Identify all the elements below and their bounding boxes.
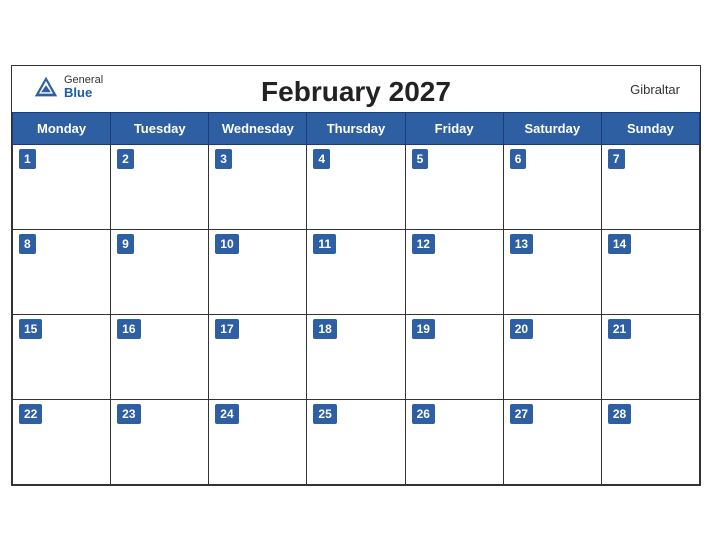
general-blue-icon (32, 74, 60, 102)
day-number-15: 15 (19, 319, 42, 339)
day-number-17: 17 (215, 319, 238, 339)
calendar-body: 1234567891011121314151617181920212223242… (13, 144, 700, 484)
calendar-table: Monday Tuesday Wednesday Thursday Friday… (12, 112, 700, 485)
calendar-week-4: 22 23 24 25 26 27 28 (13, 399, 700, 484)
day-number-20: 20 (510, 319, 533, 339)
day-number-23: 23 (117, 404, 140, 424)
day-number-5: 5 (412, 149, 429, 169)
calendar-day-6: 6 (503, 144, 601, 229)
calendar-day-12: 12 (405, 229, 503, 314)
calendar-day-13: 13 (503, 229, 601, 314)
day-number-27: 27 (510, 404, 533, 424)
day-number-1: 1 (19, 149, 36, 169)
calendar-day-20: 20 (503, 314, 601, 399)
day-number-28: 28 (608, 404, 631, 424)
weekday-header-row: Monday Tuesday Wednesday Thursday Friday… (13, 112, 700, 144)
header-sunday: Sunday (601, 112, 699, 144)
day-number-22: 22 (19, 404, 42, 424)
brand-logo-area: General Blue (32, 74, 103, 102)
header-wednesday: Wednesday (209, 112, 307, 144)
calendar-day-5: 5 (405, 144, 503, 229)
day-number-18: 18 (313, 319, 336, 339)
calendar-day-25: 25 (307, 399, 405, 484)
day-number-21: 21 (608, 319, 631, 339)
day-number-26: 26 (412, 404, 435, 424)
calendar-day-8: 8 (13, 229, 111, 314)
day-number-14: 14 (608, 234, 631, 254)
calendar-day-23: 23 (111, 399, 209, 484)
calendar-day-22: 22 (13, 399, 111, 484)
day-number-16: 16 (117, 319, 140, 339)
day-number-3: 3 (215, 149, 232, 169)
day-number-11: 11 (313, 234, 336, 254)
day-number-12: 12 (412, 234, 435, 254)
calendar-week-3: 15 16 17 18 19 20 21 (13, 314, 700, 399)
calendar: General Blue February 2027 Gibraltar Mon… (11, 65, 701, 486)
calendar-day-19: 19 (405, 314, 503, 399)
calendar-day-21: 21 (601, 314, 699, 399)
calendar-day-10: 10 (209, 229, 307, 314)
header-saturday: Saturday (503, 112, 601, 144)
brand-text: General Blue (64, 74, 103, 100)
day-number-13: 13 (510, 234, 533, 254)
calendar-title: February 2027 (261, 76, 451, 108)
region-label: Gibraltar (630, 82, 680, 97)
day-number-24: 24 (215, 404, 238, 424)
day-number-6: 6 (510, 149, 527, 169)
calendar-week-1: 1 2 3 4 5 6 7 (13, 144, 700, 229)
day-number-7: 7 (608, 149, 625, 169)
calendar-day-2: 2 (111, 144, 209, 229)
calendar-header: General Blue February 2027 Gibraltar (12, 66, 700, 112)
calendar-day-4: 4 (307, 144, 405, 229)
day-number-4: 4 (313, 149, 330, 169)
header-thursday: Thursday (307, 112, 405, 144)
header-friday: Friday (405, 112, 503, 144)
day-number-19: 19 (412, 319, 435, 339)
calendar-day-7: 7 (601, 144, 699, 229)
calendar-day-27: 27 (503, 399, 601, 484)
header-tuesday: Tuesday (111, 112, 209, 144)
calendar-week-2: 8 9 10 11 12 13 14 (13, 229, 700, 314)
day-number-2: 2 (117, 149, 134, 169)
calendar-day-3: 3 (209, 144, 307, 229)
calendar-day-15: 15 (13, 314, 111, 399)
calendar-day-24: 24 (209, 399, 307, 484)
calendar-day-16: 16 (111, 314, 209, 399)
calendar-day-14: 14 (601, 229, 699, 314)
calendar-day-1: 1 (13, 144, 111, 229)
day-number-9: 9 (117, 234, 134, 254)
calendar-day-18: 18 (307, 314, 405, 399)
day-number-8: 8 (19, 234, 36, 254)
brand-blue-label: Blue (64, 86, 103, 100)
day-number-10: 10 (215, 234, 238, 254)
calendar-day-9: 9 (111, 229, 209, 314)
header-monday: Monday (13, 112, 111, 144)
calendar-day-26: 26 (405, 399, 503, 484)
calendar-day-17: 17 (209, 314, 307, 399)
day-number-25: 25 (313, 404, 336, 424)
calendar-day-11: 11 (307, 229, 405, 314)
calendar-day-28: 28 (601, 399, 699, 484)
